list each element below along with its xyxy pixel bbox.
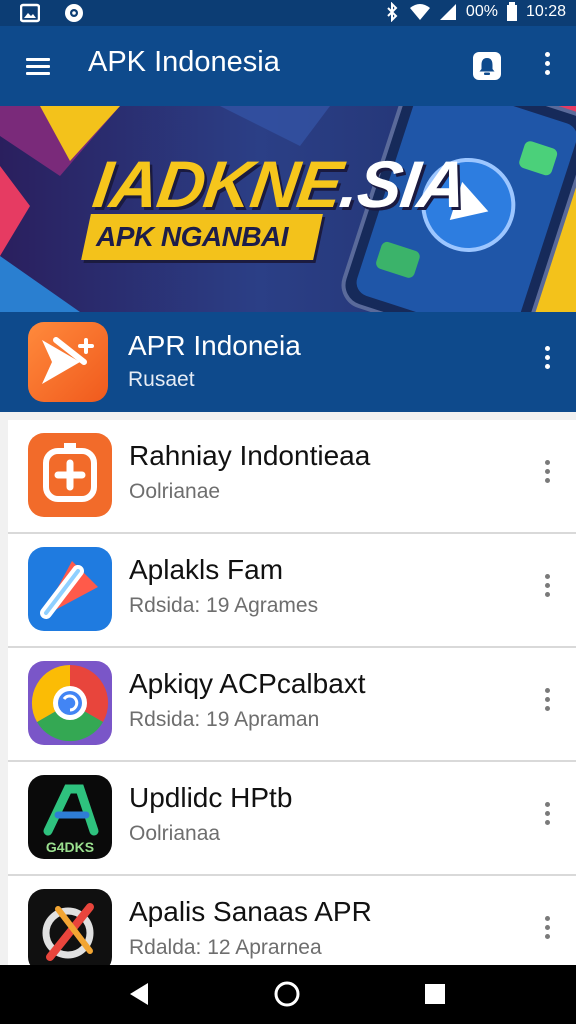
app-title: Aplakls Fam	[129, 554, 284, 585]
recents-square-icon	[425, 984, 445, 1004]
app-subtitle: Rdsida: 19 Agrames	[129, 594, 319, 617]
app-list: Rahniay Indontieaa Oolrianae Aplakls Fam…	[8, 420, 576, 990]
system-navigation-bar	[0, 965, 576, 1024]
item-more-button[interactable]	[534, 456, 560, 496]
gallery-icon	[20, 3, 40, 23]
featured-app-subtitle: Rusaet	[128, 368, 195, 391]
list-item[interactable]: G4DKS Updlidc HPtb Oolrianaa	[8, 762, 576, 876]
icon-label: G4DKS	[46, 839, 94, 855]
signal-icon	[439, 4, 456, 20]
battery-icon	[506, 2, 517, 21]
item-more-button[interactable]	[534, 912, 560, 952]
app-subtitle: Rdsida: 19 Apraman	[129, 708, 320, 731]
list-item[interactable]: Rahniay Indontieaa Oolrianae	[8, 420, 576, 534]
featured-app-title: APR Indoneia	[128, 330, 301, 361]
item-more-button[interactable]	[534, 570, 560, 610]
more-vert-icon	[532, 48, 562, 75]
notification-bell-icon	[473, 52, 501, 80]
app-title: Apalis Sanaas APR	[129, 896, 372, 927]
app-title: APK Indonesia	[88, 46, 280, 78]
menu-button[interactable]	[22, 50, 56, 84]
featured-app-row[interactable]: APR Indoneia Rusaet	[0, 312, 576, 412]
list-item[interactable]: Aplakls Fam Rdsida: 19 Agrames	[8, 534, 576, 648]
app-bar: APK Indonesia	[0, 26, 576, 106]
list-item[interactable]: Apkiqy ACPcalbaxt Rdsida: 19 Apraman	[8, 648, 576, 762]
home-button[interactable]	[272, 979, 302, 1009]
more-vert-icon	[534, 570, 560, 597]
app-subtitle: Oolrianae	[129, 480, 221, 503]
app-title: Updlidc HPtb	[129, 782, 293, 813]
featured-app-icon	[28, 322, 108, 402]
banner-tagline: APK NGANBAI	[96, 221, 289, 252]
overflow-menu-button[interactable]	[532, 48, 562, 84]
more-vert-icon	[534, 456, 560, 483]
battery-percent: 00%	[465, 3, 498, 20]
app-subtitle: Rdalda: 12 Aprarnea	[129, 936, 322, 959]
black-gadks-app-icon: G4DKS	[28, 775, 112, 859]
app-title: Rahniay Indontieaa	[129, 440, 371, 471]
featured-more-button[interactable]	[534, 342, 560, 382]
app-notification-icon	[65, 4, 83, 22]
play-arrow-icon	[42, 337, 94, 384]
more-vert-icon	[534, 798, 560, 825]
notification-button[interactable]	[471, 50, 503, 82]
status-bar: 00% 10:28	[0, 0, 576, 26]
orange-plus-app-icon	[28, 433, 112, 517]
recents-button[interactable]	[420, 979, 450, 1009]
app-title: Apkiqy ACPcalbaxt	[129, 668, 366, 699]
wifi-icon	[409, 4, 430, 20]
item-more-button[interactable]	[534, 684, 560, 724]
clock: 10:28	[525, 3, 566, 20]
app-subtitle: Oolrianaa	[129, 822, 221, 845]
home-circle-icon	[274, 981, 300, 1007]
blue-pen-app-icon	[28, 547, 112, 631]
more-vert-icon	[534, 912, 560, 939]
more-vert-icon	[534, 342, 560, 369]
bluetooth-icon	[387, 2, 398, 22]
back-button[interactable]	[124, 979, 154, 1009]
banner-headline: IADKNE.SIA	[88, 147, 471, 221]
more-vert-icon	[534, 684, 560, 711]
black-tools-app-icon	[28, 889, 112, 973]
promo-banner[interactable]: IADKNE.SIA APK NGANBAI	[0, 106, 576, 312]
chrome-swirl-app-icon	[28, 661, 112, 745]
back-triangle-icon	[130, 983, 148, 1005]
item-more-button[interactable]	[534, 798, 560, 838]
